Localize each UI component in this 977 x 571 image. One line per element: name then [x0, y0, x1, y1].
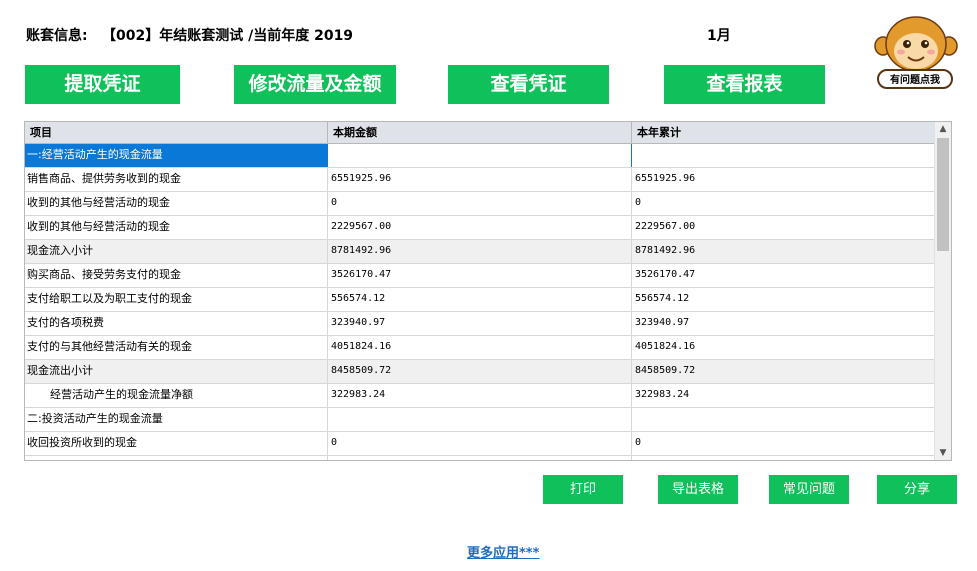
cell-ytd-amount[interactable]	[631, 144, 936, 167]
cell-current-amount[interactable]: 2229567.00	[327, 216, 631, 239]
cell-ytd-amount[interactable]: 8781492.96	[631, 240, 936, 263]
table-header: 项目 本期金额 本年累计	[25, 122, 936, 144]
cell-item[interactable]: 支付的各项税费	[25, 312, 327, 335]
table-body: 一:经营活动产生的现金流量 销售商品、提供劳务收到的现金 6551925.96 655…	[25, 144, 936, 460]
table-row[interactable]: 支付给职工以及为职工支付的现金 556574.12 556574.12	[25, 288, 936, 312]
cell-ytd-amount[interactable]: 3526170.47	[631, 264, 936, 287]
share-button[interactable]: 分享	[877, 475, 957, 504]
cell-current-amount[interactable]: 0	[327, 432, 631, 455]
cell-ytd-amount[interactable]: 0	[631, 432, 936, 455]
table-row[interactable]: 取得投资收益所收到的现金00	[25, 456, 936, 460]
cell-ytd-amount[interactable]: 8458509.72	[631, 360, 936, 383]
cell-current-amount[interactable]	[327, 144, 631, 167]
column-header-ytd[interactable]: 本年累计	[631, 122, 936, 143]
cell-current-amount[interactable]: 8781492.96	[327, 240, 631, 263]
cash-flow-table: 项目 本期金额 本年累计 一:经营活动产生的现金流量 销售商品、提供劳务收到的现金…	[24, 121, 952, 461]
cell-current-amount[interactable]: 322983.24	[327, 384, 631, 407]
view-voucher-button[interactable]: 查看凭证	[448, 65, 609, 104]
more-apps-link[interactable]: 更多应用***	[467, 542, 539, 561]
cell-item[interactable]: 收回投资所收到的现金	[25, 432, 327, 455]
account-info-label: 账套信息:	[26, 28, 88, 44]
scroll-up-icon[interactable]: ▲	[935, 122, 951, 136]
table-row[interactable]: 支付的与其他经营活动有关的现金 4051824.16 4051824.16	[25, 336, 936, 360]
cell-current-amount[interactable]: 323940.97	[327, 312, 631, 335]
cell-ytd-amount[interactable]: 322983.24	[631, 384, 936, 407]
cell-item[interactable]: 收到的其他与经营活动的现金	[25, 216, 327, 239]
table-row[interactable]: 收到的其他与经营活动的现金 2229567.00 2229567.00	[25, 216, 936, 240]
cell-ytd-amount[interactable]: 0	[631, 456, 936, 460]
cell-ytd-amount[interactable]: 6551925.96	[631, 168, 936, 191]
cell-ytd-amount[interactable]: 4051824.16	[631, 336, 936, 359]
cell-current-amount[interactable]: 8458509.72	[327, 360, 631, 383]
cell-item[interactable]: 销售商品、提供劳务收到的现金	[25, 168, 327, 191]
cell-ytd-amount[interactable]: 323940.97	[631, 312, 936, 335]
cell-item[interactable]: 现金流入小计	[25, 240, 327, 263]
cell-current-amount[interactable]: 3526170.47	[327, 264, 631, 287]
column-header-item[interactable]: 项目	[25, 122, 327, 143]
extract-voucher-button[interactable]: 提取凭证	[25, 65, 180, 104]
account-info-value: 【002】年结账套测试 /当前年度 2019	[102, 28, 354, 44]
cell-item[interactable]: 经营活动产生的现金流量净额	[25, 384, 327, 407]
table-row[interactable]: 收到的其他与经营活动的现金 0 0	[25, 192, 936, 216]
cell-item[interactable]: 购买商品、接受劳务支付的现金	[25, 264, 327, 287]
column-header-current[interactable]: 本期金额	[327, 122, 631, 143]
cell-current-amount[interactable]	[327, 408, 631, 431]
cell-item[interactable]: 二:投资活动产生的现金流量	[25, 408, 327, 431]
table-row[interactable]: 经营活动产生的现金流量净额 322983.24 322983.24	[25, 384, 936, 408]
table-row[interactable]: 现金流入小计 8781492.96 8781492.96	[25, 240, 936, 264]
faq-button[interactable]: 常见问题	[769, 475, 849, 504]
cell-current-amount[interactable]: 556574.12	[327, 288, 631, 311]
cell-ytd-amount[interactable]: 0	[631, 192, 936, 215]
cell-current-amount[interactable]: 6551925.96	[327, 168, 631, 191]
cell-item[interactable]: 支付的与其他经营活动有关的现金	[25, 336, 327, 359]
cell-ytd-amount[interactable]: 2229567.00	[631, 216, 936, 239]
cell-item[interactable]: 现金流出小计	[25, 360, 327, 383]
print-button[interactable]: 打印	[543, 475, 623, 504]
cell-current-amount[interactable]: 4051824.16	[327, 336, 631, 359]
table-row[interactable]: 购买商品、接受劳务支付的现金 3526170.47 3526170.47	[25, 264, 936, 288]
table-row[interactable]: 收回投资所收到的现金 0 0	[25, 432, 936, 456]
view-report-button[interactable]: 查看报表	[664, 65, 825, 104]
cell-item[interactable]: 收到的其他与经营活动的现金	[25, 192, 327, 215]
table-row[interactable]: 一:经营活动产生的现金流量	[25, 144, 936, 168]
cell-ytd-amount[interactable]	[631, 408, 936, 431]
cell-ytd-amount[interactable]: 556574.12	[631, 288, 936, 311]
table-row[interactable]: 销售商品、提供劳务收到的现金 6551925.96 6551925.96	[25, 168, 936, 192]
table-row[interactable]: 支付的各项税费 323940.97 323940.97	[25, 312, 936, 336]
vertical-scrollbar[interactable]: ▲ ▼	[934, 122, 951, 460]
cell-current-amount[interactable]: 0	[327, 192, 631, 215]
export-button[interactable]: 导出表格	[658, 475, 738, 504]
current-month: 1月	[707, 28, 731, 44]
cell-item[interactable]: 取得投资收益所收到的现金	[25, 456, 327, 460]
cell-item[interactable]: 支付给职工以及为职工支付的现金	[25, 288, 327, 311]
cell-item[interactable]: 一:经营活动产生的现金流量	[25, 144, 327, 167]
scroll-down-icon[interactable]: ▼	[935, 446, 951, 460]
cell-current-amount[interactable]: 0	[327, 456, 631, 460]
scrollbar-thumb[interactable]	[937, 138, 949, 251]
modify-flow-amount-button[interactable]: 修改流量及金额	[234, 65, 396, 104]
table-row[interactable]: 二:投资活动产生的现金流量	[25, 408, 936, 432]
table-row[interactable]: 现金流出小计 8458509.72 8458509.72	[25, 360, 936, 384]
help-badge[interactable]: 有问题点我	[877, 69, 953, 89]
